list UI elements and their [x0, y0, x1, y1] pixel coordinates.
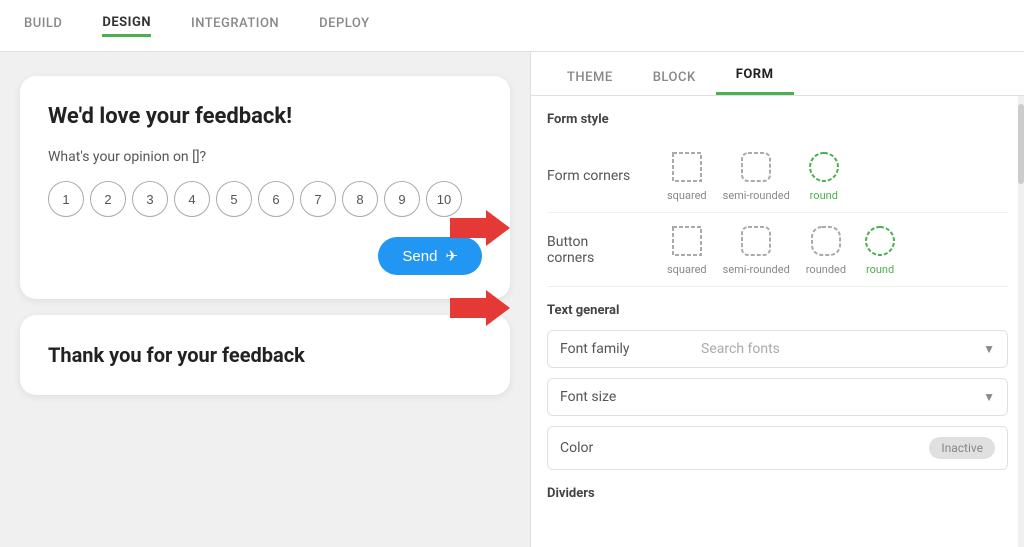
form-corners-options: squared semi-rounded round: [667, 149, 1008, 202]
button-corners-row: Buttoncorners squared semi-rou: [547, 213, 1008, 287]
right-content: Form style Form corners squared: [531, 96, 1024, 547]
rating-btn-1[interactable]: 1: [48, 181, 84, 217]
rating-btn-10[interactable]: 10: [426, 181, 462, 217]
form-corner-round-label: round: [810, 189, 838, 202]
rating-btn-8[interactable]: 8: [342, 181, 378, 217]
btn-corner-semi-rounded[interactable]: semi-rounded: [723, 223, 790, 276]
right-tabs: THEME BLOCK FORM: [531, 52, 1024, 96]
btn-rounded-label: rounded: [806, 263, 846, 276]
main-layout: We'd love your feedback! What's your opi…: [0, 52, 1024, 547]
btn-squared-icon: [669, 223, 705, 259]
rating-btn-5[interactable]: 5: [216, 181, 252, 217]
btn-round-icon: [862, 223, 898, 259]
rating-btn-2[interactable]: 2: [90, 181, 126, 217]
form-corners-row: Form corners squared semi-roun: [547, 139, 1008, 213]
tab-theme[interactable]: THEME: [547, 60, 633, 95]
form-corner-round[interactable]: round: [806, 149, 842, 202]
btn-rounded-icon: [808, 223, 844, 259]
inactive-badge: Inactive: [929, 437, 995, 459]
button-corners-label: Buttoncorners: [547, 234, 667, 266]
feedback-form-card: We'd love your feedback! What's your opi…: [20, 76, 510, 299]
btn-squared-label: squared: [667, 263, 707, 276]
send-button[interactable]: Send ✈: [378, 237, 482, 275]
tab-block[interactable]: BLOCK: [633, 60, 716, 95]
thankyou-title: Thank you for your feedback: [48, 343, 482, 367]
form-corner-squared-label: squared: [667, 189, 707, 202]
semi-rounded-icon: [738, 149, 774, 185]
form-style-section-title: Form style: [547, 112, 1008, 127]
dividers-section: Dividers: [547, 486, 1008, 501]
nav-build[interactable]: BUILD: [24, 16, 62, 35]
rating-btn-6[interactable]: 6: [258, 181, 294, 217]
send-icon: ✈: [445, 247, 458, 265]
send-label: Send: [402, 248, 437, 265]
squared-icon: [669, 149, 705, 185]
right-panel: THEME BLOCK FORM Form style Form corners…: [530, 52, 1024, 547]
preview-panel: We'd love your feedback! What's your opi…: [0, 52, 530, 547]
font-family-value: Search fonts: [701, 341, 983, 357]
form-corners-label: Form corners: [547, 168, 667, 184]
color-row[interactable]: Color Inactive: [547, 426, 1008, 470]
rating-btn-9[interactable]: 9: [384, 181, 420, 217]
color-label: Color: [560, 440, 683, 456]
nav-integration[interactable]: INTEGRATION: [191, 16, 279, 35]
scrollbar-track[interactable]: [1018, 96, 1024, 547]
font-family-label: Font family: [560, 341, 701, 357]
text-general-title: Text general: [547, 303, 1008, 318]
btn-round-label: round: [866, 263, 894, 276]
rating-row: 1 2 3 4 5 6 7 8 9 10: [48, 181, 482, 217]
font-family-chevron-icon: ▼: [983, 342, 995, 356]
form-question: What's your opinion on []?: [48, 149, 482, 165]
scrollbar-thumb[interactable]: [1018, 104, 1024, 184]
button-corners-options: squared semi-rounded rounded: [667, 223, 1008, 276]
dividers-title: Dividers: [547, 486, 1008, 501]
font-size-row[interactable]: Font size ▼: [547, 378, 1008, 416]
top-navigation: BUILD DESIGN INTEGRATION DEPLOY: [0, 0, 1024, 52]
btn-corner-round[interactable]: round: [862, 223, 898, 276]
font-size-chevron-icon: ▼: [983, 390, 995, 404]
rating-btn-3[interactable]: 3: [132, 181, 168, 217]
form-corner-squared[interactable]: squared: [667, 149, 707, 202]
tab-form[interactable]: FORM: [716, 57, 794, 95]
round-icon: [806, 149, 842, 185]
btn-semi-rounded-label: semi-rounded: [723, 263, 790, 276]
send-row: Send ✈: [48, 237, 482, 275]
nav-design[interactable]: DESIGN: [102, 15, 151, 37]
thankyou-card: Thank you for your feedback: [20, 315, 510, 395]
form-title: We'd love your feedback!: [48, 104, 482, 129]
nav-deploy[interactable]: DEPLOY: [319, 16, 369, 35]
rating-btn-7[interactable]: 7: [300, 181, 336, 217]
font-size-label: Font size: [560, 389, 701, 405]
form-corner-semi-rounded[interactable]: semi-rounded: [723, 149, 790, 202]
rating-btn-4[interactable]: 4: [174, 181, 210, 217]
btn-semi-rounded-icon: [738, 223, 774, 259]
form-corner-semi-rounded-label: semi-rounded: [723, 189, 790, 202]
font-family-row[interactable]: Font family Search fonts ▼: [547, 330, 1008, 368]
text-general-section: Text general Font family Search fonts ▼ …: [547, 303, 1008, 470]
btn-corner-squared[interactable]: squared: [667, 223, 707, 276]
btn-corner-rounded[interactable]: rounded: [806, 223, 846, 276]
